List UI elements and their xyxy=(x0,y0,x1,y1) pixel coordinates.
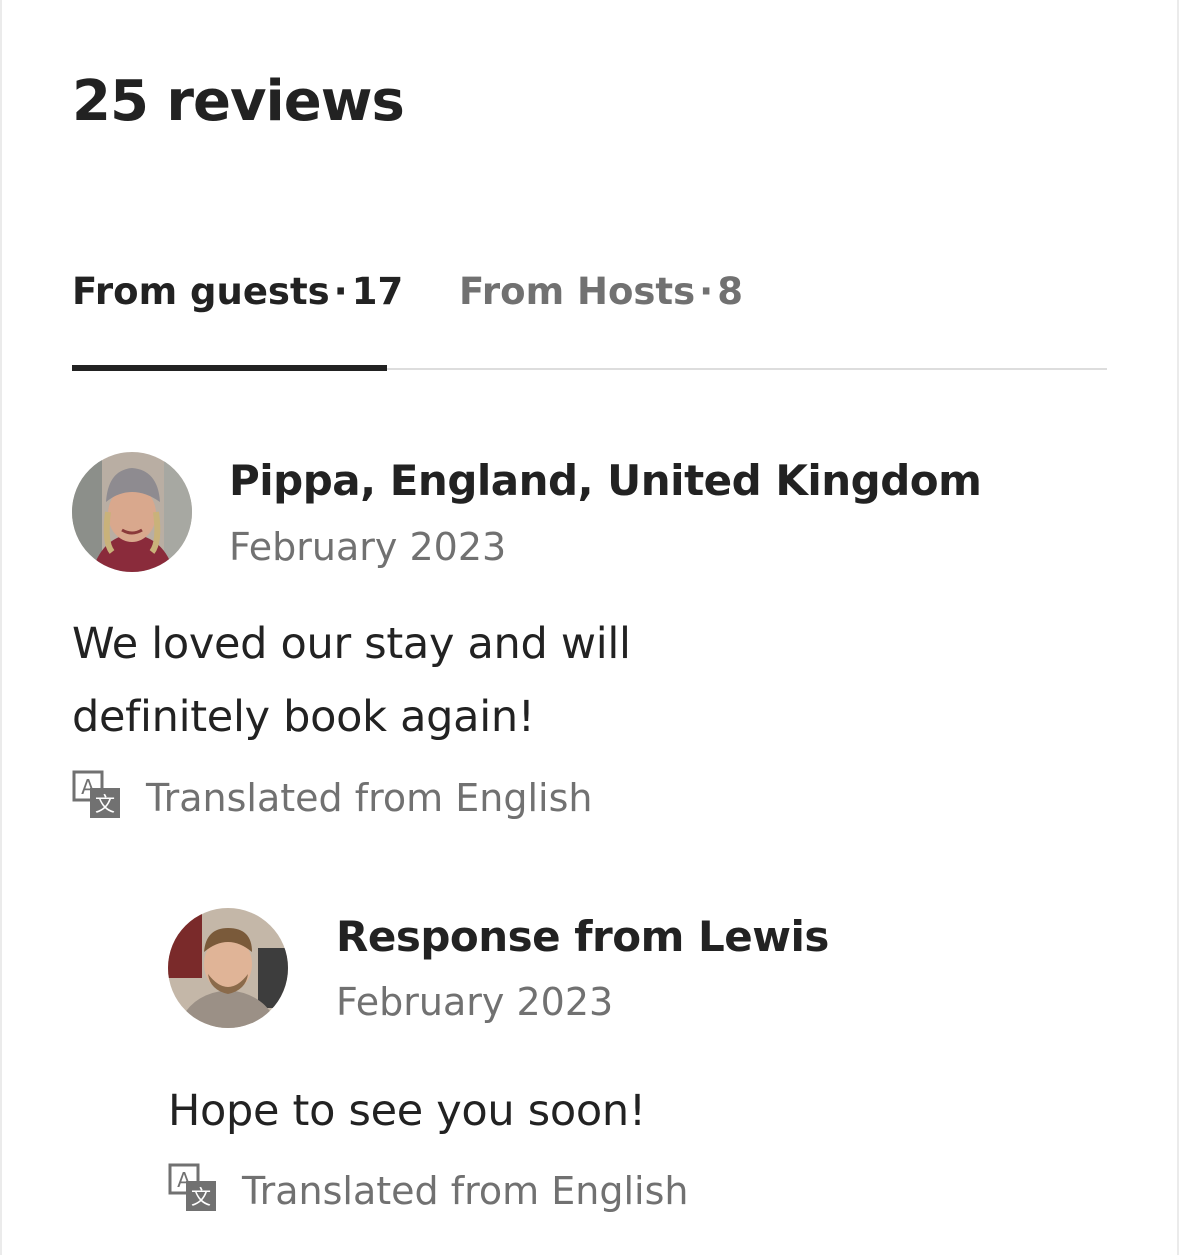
host-avatar[interactable] xyxy=(168,908,288,1028)
translated-note: Translated from English xyxy=(146,776,593,820)
review-text-line: definitely book again! xyxy=(72,692,535,742)
translate-icon: A 文 xyxy=(168,1163,218,1213)
tab-from-guests[interactable]: From guests · 17 xyxy=(72,262,403,322)
reviewer-name[interactable]: Pippa, England, United Kingdom xyxy=(229,456,982,505)
translated-note: Translated from English xyxy=(242,1169,689,1213)
user-photo-avatar-icon xyxy=(72,452,192,572)
tab-from-hosts[interactable]: From Hosts · 8 xyxy=(459,262,743,322)
response-title: Response from Lewis xyxy=(336,912,829,961)
response-text: Hope to see you soon! xyxy=(168,1086,646,1136)
reviews-title: 25 reviews xyxy=(72,69,405,134)
response-date: February 2023 xyxy=(336,980,614,1024)
reviewer-avatar[interactable] xyxy=(72,452,192,572)
tab-separator: · xyxy=(333,270,348,313)
review-text: We loved our stay and will definitely bo… xyxy=(72,608,772,754)
svg-text:文: 文 xyxy=(191,1185,211,1209)
svg-text:文: 文 xyxy=(95,792,115,816)
tab-separator: · xyxy=(699,270,714,313)
review-tabs: From guests · 17 From Hosts · 8 xyxy=(72,262,1107,371)
tab-from-hosts-label: From Hosts xyxy=(459,270,696,313)
tab-from-guests-count: 17 xyxy=(351,270,404,313)
tab-from-hosts-count: 8 xyxy=(717,270,743,313)
translate-icon: A 文 xyxy=(72,770,122,820)
active-tab-indicator xyxy=(72,365,387,371)
host-photo-avatar-icon xyxy=(168,908,288,1028)
review-date: February 2023 xyxy=(229,525,507,569)
tab-from-guests-label: From guests xyxy=(72,270,330,313)
review-text-line: We loved our stay and will xyxy=(72,619,631,669)
